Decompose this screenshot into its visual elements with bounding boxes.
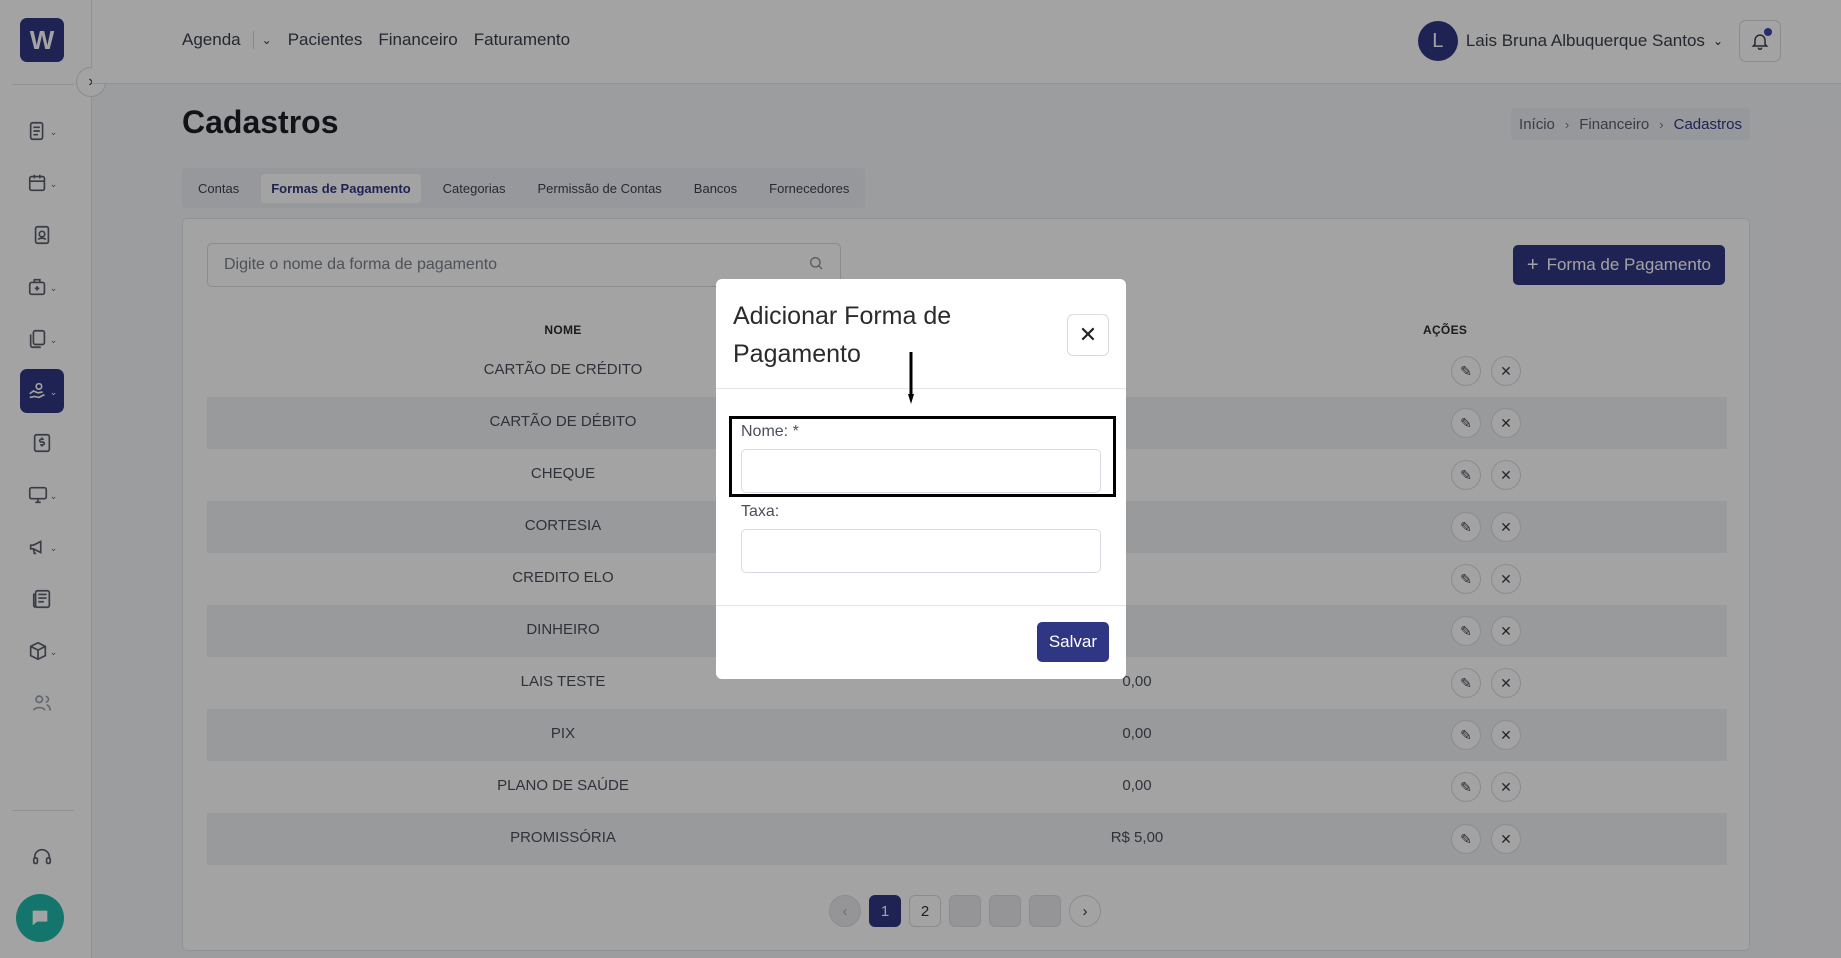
rate-field-label: Taxa: [741,503,780,520]
rate-field[interactable] [741,529,1101,573]
name-field[interactable] [741,449,1101,493]
save-button[interactable]: Salvar [1036,622,1109,662]
modal-close-button[interactable]: ✕ [1067,314,1109,356]
modal-title: Adicionar Forma de Pagamento [733,302,952,368]
add-payment-method-modal: Adicionar Forma de Pagamento ✕ Nome: * T… [716,279,1126,679]
close-icon: ✕ [1078,322,1098,347]
name-field-label: Nome: * [741,423,799,440]
modal-footer-divider [716,605,1126,606]
modal-header-divider [716,388,1126,389]
arrow-down-icon [908,352,914,404]
